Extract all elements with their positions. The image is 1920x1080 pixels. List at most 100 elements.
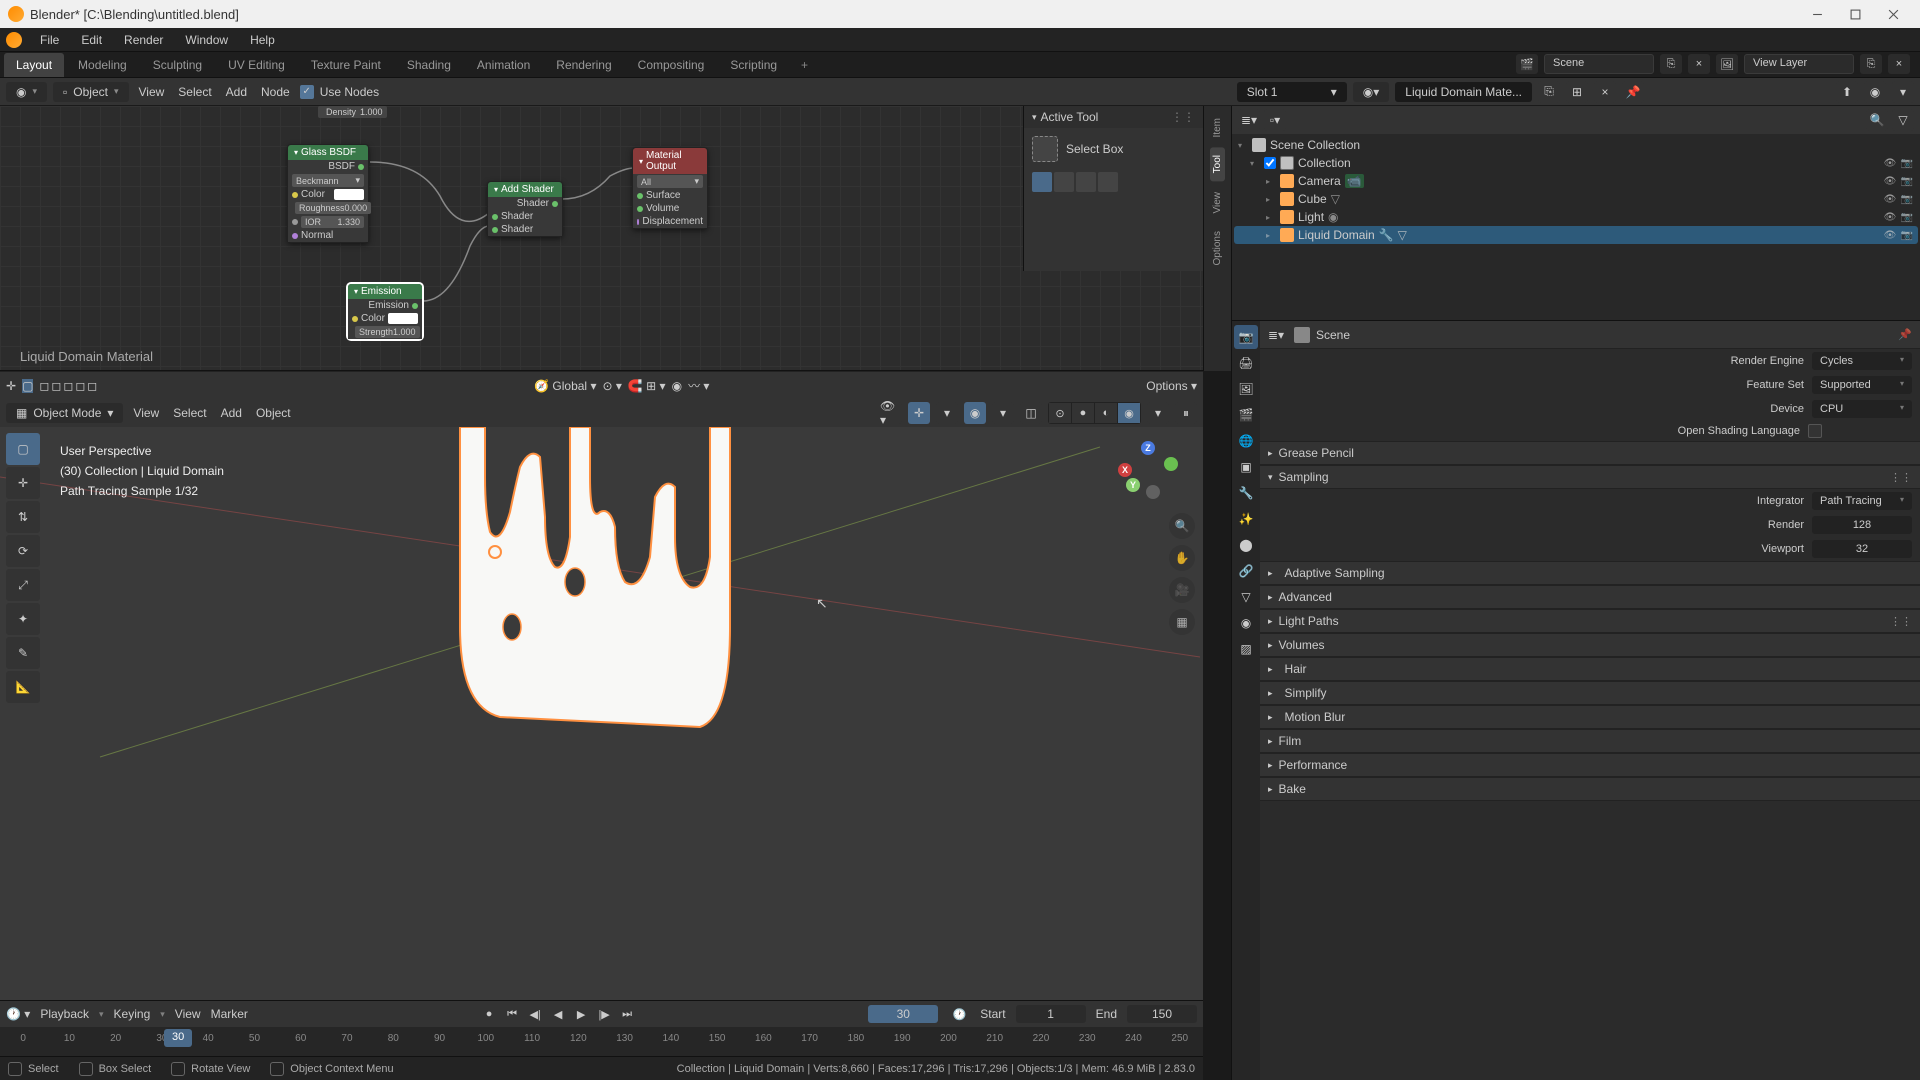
shading-options-dropdown[interactable]: ▾: [1147, 402, 1169, 424]
use-nodes-checkbox[interactable]: ✓: [300, 85, 314, 99]
select-mode-subtract[interactable]: [1076, 172, 1096, 192]
shading-wireframe-button[interactable]: ⊙: [1049, 403, 1071, 423]
pan-tool-icon[interactable]: ✋: [1169, 545, 1195, 571]
tab-shading[interactable]: Shading: [395, 53, 463, 77]
outliner-search-icon[interactable]: 🔍: [1866, 109, 1888, 131]
glass-ior-field[interactable]: IOR1.330: [301, 216, 364, 228]
mesh-data-icon[interactable]: ▽: [1398, 228, 1407, 242]
section-film[interactable]: ▸Film: [1260, 729, 1920, 753]
outliner-cube[interactable]: ▸ Cube ▽ 👁📷: [1234, 190, 1918, 208]
outliner-editor-type[interactable]: ≣▾: [1238, 109, 1260, 131]
tab-layout[interactable]: Layout: [4, 53, 64, 77]
section-performance[interactable]: ▸Performance: [1260, 753, 1920, 777]
camera-view-icon[interactable]: 🎥: [1169, 577, 1195, 603]
preview-range-button[interactable]: 🕐: [948, 1004, 970, 1024]
window-maximize-button[interactable]: [1836, 0, 1874, 28]
outliner-light[interactable]: ▸ Light ◉ 👁📷: [1234, 208, 1918, 226]
material-name-field[interactable]: Liquid Domain Mate...: [1395, 82, 1532, 102]
material-copy-button[interactable]: ⎘: [1538, 81, 1560, 103]
viewport-axis-gizmo[interactable]: Z X Y: [1118, 441, 1178, 501]
output-target-dropdown[interactable]: All▾: [637, 175, 703, 188]
outliner-collection[interactable]: ▾ Collection 👁📷: [1234, 154, 1918, 172]
section-bake[interactable]: ▸Bake: [1260, 777, 1920, 801]
modifier-icon[interactable]: 🔧: [1379, 228, 1394, 242]
next-keyframe-button[interactable]: |▶: [593, 1004, 615, 1024]
node-menu-add[interactable]: Add: [222, 82, 251, 102]
tool-transform[interactable]: ✦: [6, 603, 40, 635]
select-subtract-button[interactable]: ◻: [63, 379, 73, 393]
timeline-menu-marker[interactable]: Marker: [211, 1007, 248, 1021]
section-adaptive-sampling[interactable]: ▸Adaptive Sampling: [1260, 561, 1920, 585]
ptab-scene[interactable]: 🎬: [1234, 403, 1258, 427]
node-material-output[interactable]: ▾Material Output All▾ Surface Volume Dis…: [632, 147, 708, 229]
tab-rendering[interactable]: Rendering: [544, 53, 623, 77]
ptab-material[interactable]: ◉: [1234, 611, 1258, 635]
props-editor-type[interactable]: ≣▾: [1268, 328, 1288, 342]
tab-scripting[interactable]: Scripting: [718, 53, 789, 77]
proportional-falloff-dropdown[interactable]: 〰 ▾: [688, 377, 709, 394]
scene-browse-icon[interactable]: 🎬: [1516, 54, 1538, 74]
ptab-world[interactable]: 🌐: [1234, 429, 1258, 453]
timeline-menu-playback[interactable]: Playback: [40, 1007, 89, 1021]
current-frame-field[interactable]: 30: [868, 1005, 938, 1023]
shader-type-dropdown[interactable]: ▫ Object ▾: [53, 82, 128, 102]
select-mode-intersect[interactable]: [1098, 172, 1118, 192]
ptab-output[interactable]: 🖨: [1234, 351, 1258, 375]
viewport-options-dropdown[interactable]: Options ▾: [1146, 379, 1197, 393]
hide-viewport-icon[interactable]: 👁: [1883, 158, 1897, 169]
shader-input2-socket-icon[interactable]: [492, 227, 498, 233]
vp-menu-object[interactable]: Object: [252, 403, 295, 423]
timeline-playhead[interactable]: 30: [164, 1029, 192, 1047]
vp-menu-add[interactable]: Add: [217, 403, 246, 423]
shader-input1-socket-icon[interactable]: [492, 214, 498, 220]
node-menu-select[interactable]: Select: [174, 82, 215, 102]
tool-select-box[interactable]: ▢: [6, 433, 40, 465]
vp-menu-select[interactable]: Select: [169, 403, 210, 423]
ptab-physics[interactable]: ⬤: [1234, 533, 1258, 557]
gizmo-toggle-button[interactable]: ✛: [908, 402, 930, 424]
pin-icon[interactable]: 📌: [1898, 328, 1912, 341]
ptab-object[interactable]: ▣: [1234, 455, 1258, 479]
node-add-header[interactable]: ▾Add Shader: [488, 182, 562, 197]
outliner-camera[interactable]: ▸ Camera 📹 👁📷: [1234, 172, 1918, 190]
material-pin-button[interactable]: 📌: [1622, 81, 1644, 103]
ntab-tool[interactable]: Tool: [1210, 147, 1225, 181]
glass-color-swatch[interactable]: [334, 189, 364, 200]
select-mode-new[interactable]: [1032, 172, 1052, 192]
autokey-button[interactable]: ●: [478, 1004, 500, 1024]
ntab-options[interactable]: Options: [1210, 223, 1225, 273]
ptab-viewlayer[interactable]: 🖼: [1234, 377, 1258, 401]
select-extend-button[interactable]: ◻: [51, 379, 61, 393]
outliner-display-mode[interactable]: ▫▾: [1264, 109, 1286, 131]
node-menu-view[interactable]: View: [135, 82, 169, 102]
end-frame-field[interactable]: 150: [1127, 1005, 1197, 1023]
add-workspace-button[interactable]: +: [791, 53, 818, 77]
node-output-header[interactable]: ▾Material Output: [633, 148, 707, 174]
node-menu-node[interactable]: Node: [257, 82, 294, 102]
viewlayer-name-field[interactable]: View Layer: [1744, 54, 1854, 74]
emission-strength-field[interactable]: Strength1.000: [355, 326, 420, 338]
shading-solid-button[interactable]: ●: [1072, 403, 1094, 423]
active-tool-header[interactable]: ▾Active Tool⋮⋮: [1024, 106, 1203, 128]
overlay-toggle-button[interactable]: ◉: [964, 402, 986, 424]
prev-keyframe-button[interactable]: ◀|: [524, 1004, 546, 1024]
volume-socket-icon[interactable]: [637, 206, 643, 212]
tool-rotate[interactable]: ⟳: [6, 535, 40, 567]
viewport-canvas[interactable]: ▢ ✛ ⇅ ⟳ ⤢ ✦ ✎ 📐 User Perspective (30) Co…: [0, 427, 1203, 1000]
bsdf-output-socket-icon[interactable]: [358, 164, 364, 170]
material-unlink-button[interactable]: ×: [1594, 81, 1616, 103]
tab-modeling[interactable]: Modeling: [66, 53, 139, 77]
tool-measure[interactable]: 📐: [6, 671, 40, 703]
snap-dropdown[interactable]: 🧲 ⊞ ▾: [628, 379, 666, 393]
render-samples-field[interactable]: 128: [1812, 516, 1912, 534]
menu-render[interactable]: Render: [120, 31, 167, 49]
feature-set-dropdown[interactable]: Supported▾: [1812, 376, 1912, 394]
select-intersect-button[interactable]: ◻: [87, 379, 97, 393]
start-frame-field[interactable]: 1: [1016, 1005, 1086, 1023]
section-hair[interactable]: ▸Hair: [1260, 657, 1920, 681]
section-grease-pencil[interactable]: ▸Grease Pencil: [1260, 441, 1920, 465]
window-minimize-button[interactable]: [1798, 0, 1836, 28]
menu-help[interactable]: Help: [246, 31, 279, 49]
gizmo-dropdown[interactable]: ▾: [936, 402, 958, 424]
tab-animation[interactable]: Animation: [465, 53, 542, 77]
